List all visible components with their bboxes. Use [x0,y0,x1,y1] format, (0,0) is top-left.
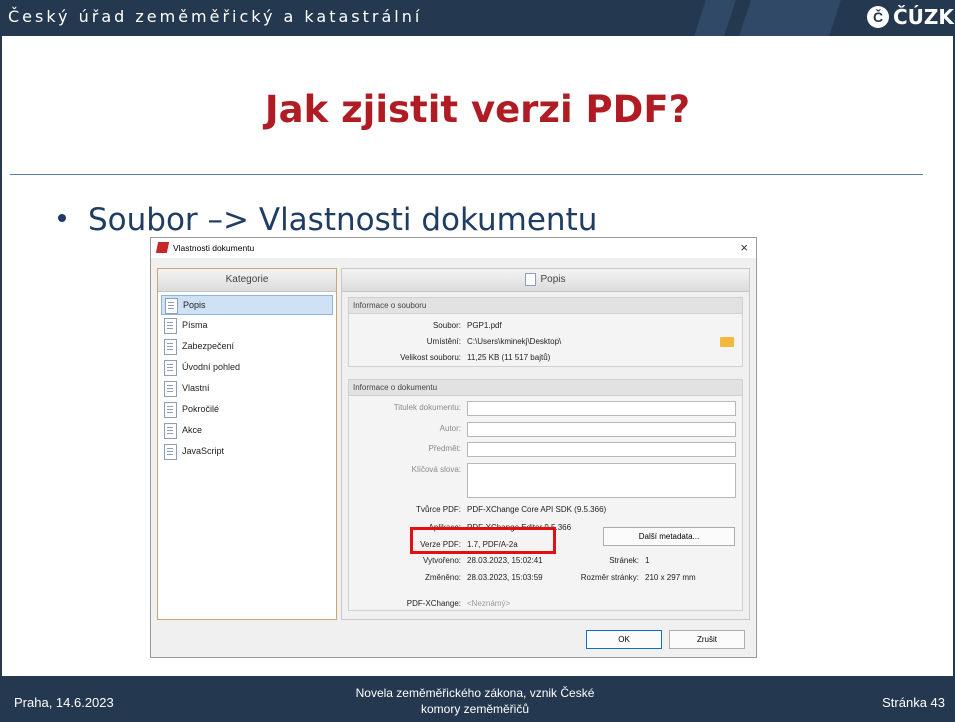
pages-value: 1 [645,556,650,565]
header-stripe [694,0,736,36]
dialog-title: Vlastnosti dokumentu [173,243,255,253]
author-field[interactable] [467,422,736,437]
actions-icon [164,423,177,439]
close-icon[interactable]: × [740,240,748,255]
custom-icon [164,381,177,397]
category-label: Akce [182,425,203,435]
category-item-pokrocile[interactable]: Pokročilé [161,400,331,418]
footer-title: Novela zeměměřického zákona, vznik České… [300,685,650,717]
app-icon [155,242,170,253]
modified-value: 28.03.2023, 15:03:59 [467,573,543,582]
document-info-icon [165,298,178,314]
keywords-field[interactable] [467,463,736,498]
category-item-javascript[interactable]: JavaScript [161,442,331,460]
category-label: Úvodní pohled [182,362,241,372]
doc-title-field[interactable] [467,401,736,416]
ok-button[interactable]: OK [586,630,662,649]
document-info-icon [525,272,537,286]
fonts-icon [164,318,177,334]
footer-title-line: Novela zeměměřického zákona, vznik České [355,686,595,700]
cuzk-logo: Č ČÚZK [863,4,955,32]
pdf-xchange-value: <Neznámý> [467,599,511,608]
categories-panel: Kategorie Popis Písma Zabezpečení Úvodní… [157,268,337,620]
description-panel: Popis Informace o souboru Soubor: PGP1.p… [341,268,750,620]
org-title: Český úřad zeměměřický a katastrální [8,7,423,26]
initial-view-icon [164,360,177,376]
page-size-value: 210 x 297 mm [645,573,696,582]
subject-label: Předmět: [428,444,461,453]
group-title: Informace o dokumentu [349,380,742,396]
subject-field[interactable] [467,442,736,457]
page-number: Stránka 43 [882,695,945,710]
document-info-group: Informace o dokumentu Titulek dokumentu:… [348,379,743,611]
file-label: Soubor: [432,321,461,330]
doc-title-label: Titulek dokumentu: [393,403,461,412]
category-item-vlastni[interactable]: Vlastní [161,379,331,397]
location-label: Umístění: [426,337,461,346]
location-value: C:\Users\kminekj\Desktop\ [467,337,562,346]
creator-value: PDF-XChange Core API SDK (9.5.366) [467,505,607,514]
pages-label: Stránek: [609,556,639,565]
category-item-zabezpeceni[interactable]: Zabezpečení [161,337,331,355]
logo-mark-icon: Č [867,6,889,28]
category-label: Vlastní [182,383,210,393]
footer-title-line: komory zeměměřičů [420,702,530,716]
pdf-xchange-label: PDF-XChange: [406,599,461,608]
file-info-group: Informace o souboru Soubor: PGP1.pdf Umí… [348,297,743,367]
slide-heading: Jak zjistit verzi PDF? [264,88,691,131]
cancel-button[interactable]: Zrušit [669,630,745,649]
page-size-label: Rozměr stránky: [580,573,639,582]
logo-text: ČÚZK [893,5,954,29]
pdf-version-highlight-box [410,527,556,554]
category-item-popis[interactable]: Popis [161,295,333,315]
category-item-pisma[interactable]: Písma [161,316,331,334]
security-icon [164,339,177,355]
header-stripe [739,0,841,36]
categories-header: Kategorie [158,269,336,292]
category-label: Zabezpečení [182,341,235,351]
category-label: JavaScript [182,446,225,456]
group-title: Informace o souboru [349,298,742,314]
slide-header-bar: Český úřad zeměměřický a katastrální Č Č… [0,0,955,36]
heading-divider [10,174,923,175]
description-title: Popis [540,274,566,285]
category-item-uvodni-pohled[interactable]: Úvodní pohled [161,358,331,376]
slide-bullet: Soubor –> Vlastnosti dokumentu [58,202,597,238]
document-properties-dialog: Vlastnosti dokumentu × Kategorie Popis P… [150,237,757,658]
footer-location-date: Praha, 14.6.2023 [14,695,114,710]
category-label: Pokročilé [182,404,220,414]
category-label: Popis [183,300,206,310]
open-folder-icon[interactable] [720,337,734,347]
bullet-text: Soubor –> Vlastnosti dokumentu [88,202,598,238]
more-metadata-button[interactable]: Další metadata... [603,527,735,546]
created-label: Vytvořeno: [423,556,461,565]
keywords-label: Klíčová slova: [411,465,461,474]
dialog-titlebar: Vlastnosti dokumentu × [151,238,756,258]
javascript-icon [164,444,177,460]
bullet-dot [58,213,66,222]
modified-label: Změněno: [424,573,461,582]
file-value: PGP1.pdf [467,321,502,330]
advanced-icon [164,402,177,418]
slide-left-border [0,36,2,676]
slide-footer: Praha, 14.6.2023 Novela zeměměřického zá… [0,676,955,722]
created-value: 28.03.2023, 15:02:41 [467,556,543,565]
creator-label: Tvůrce PDF: [416,505,461,514]
author-label: Autor: [439,424,461,433]
file-size-value: 11,25 KB (11 517 bajtů) [467,353,551,362]
category-label: Písma [182,320,208,330]
category-item-akce[interactable]: Akce [161,421,331,439]
file-size-label: Velikost souboru: [400,353,461,362]
description-header: Popis [342,269,749,292]
